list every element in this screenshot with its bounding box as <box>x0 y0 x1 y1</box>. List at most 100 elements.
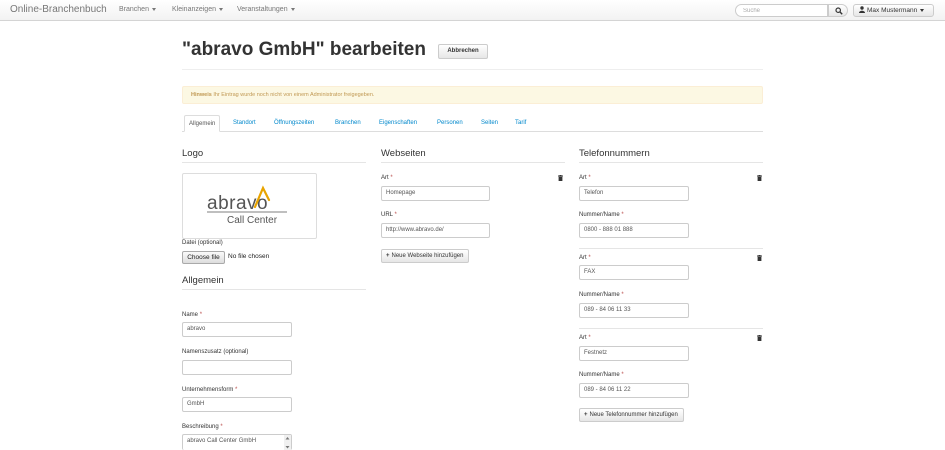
section-divider <box>182 162 366 163</box>
tab-oeffnungszeiten[interactable]: Öffnungszeiten <box>274 115 314 132</box>
tel-nummer-label-text: Nummer/Name <box>579 212 620 218</box>
name-input[interactable]: abravo <box>182 322 292 337</box>
beschreibung-label: Beschreibung * <box>182 424 223 430</box>
section-divider <box>182 289 366 290</box>
caret-down-icon <box>151 7 156 11</box>
nav-veranstaltungen-label: Veranstaltungen <box>237 6 288 13</box>
tel-art-input[interactable]: Telefon <box>579 186 689 201</box>
tab-allgemein[interactable]: Allgemein <box>184 115 221 132</box>
name-label: Name * <box>182 312 202 318</box>
no-file-chosen-text: No file chosen <box>228 253 270 260</box>
nav-kleinanzeigen-label: Kleinanzeigen <box>172 6 216 13</box>
tel-nummer-input[interactable]: 0800 - 888 01 888 <box>579 223 689 238</box>
tel-art-label: Art * <box>579 175 591 181</box>
required-mark: * <box>235 387 238 393</box>
trash-icon[interactable] <box>757 175 762 181</box>
tel-nummer-label: Nummer/Name * <box>579 212 624 218</box>
title-divider <box>182 69 763 70</box>
add-phone-label: Neue Telefonnummer hinzufügen <box>589 412 678 418</box>
telefon-section-title: Telefonnummern <box>579 148 650 159</box>
web-art-input[interactable]: Homepage <box>381 186 490 201</box>
required-mark: * <box>621 292 624 298</box>
search-button[interactable] <box>828 4 848 17</box>
name-label-text: Name <box>182 312 199 318</box>
tab-personen[interactable]: Personen <box>437 115 463 132</box>
nav-branchen-label: Branchen <box>119 6 149 13</box>
plus-icon: + <box>584 412 588 418</box>
tel-nummer-label-text: Nummer/Name <box>579 372 620 378</box>
tel-art-label-text: Art <box>579 175 587 181</box>
tab-eigenschaften[interactable]: Eigenschaften <box>379 115 417 132</box>
alert-strong: Hinweis <box>191 92 212 98</box>
user-icon <box>859 6 865 13</box>
nav-branchen-dropdown[interactable]: Branchen <box>119 6 156 13</box>
allgemein-section-title: Allgemein <box>182 275 224 286</box>
logo-preview: abravo Call Center <box>182 173 317 239</box>
tab-standort[interactable]: Standort <box>233 115 256 132</box>
tel-nummer-input[interactable]: 089 - 84 06 11 33 <box>579 303 689 318</box>
add-website-label: Neue Webseite hinzufügen <box>391 253 464 259</box>
beschreibung-label-text: Beschreibung <box>182 424 219 430</box>
add-phone-button[interactable]: + Neue Telefonnummer hinzufügen <box>579 408 684 422</box>
trash-icon[interactable] <box>558 175 563 181</box>
textarea-scrollbar[interactable] <box>284 435 291 450</box>
tab-bar-line <box>182 131 763 132</box>
tel-nummer-input[interactable]: 089 - 84 06 11 22 <box>579 383 689 398</box>
page-title: "abravo GmbH" bearbeiten <box>182 39 426 60</box>
tel-nummer-label: Nummer/Name * <box>579 372 624 378</box>
file-label: Datei (optional) <box>182 240 223 246</box>
alert-text: Ihr Eintrag wurde noch nicht von einem A… <box>213 92 375 98</box>
required-mark: * <box>394 212 397 218</box>
user-menu-button[interactable]: Max Mustermann <box>853 4 934 17</box>
namenszusatz-input[interactable] <box>182 360 292 375</box>
tel-art-input[interactable]: Festnetz <box>579 346 689 361</box>
company-logo-image: abravo Call Center <box>207 185 287 226</box>
tel-art-input[interactable]: FAX <box>579 265 689 280</box>
nav-veranstaltungen-dropdown[interactable]: Veranstaltungen <box>237 6 295 13</box>
required-mark: * <box>588 255 591 261</box>
caret-down-icon <box>290 7 295 11</box>
plus-icon: + <box>386 253 390 259</box>
brand-link[interactable]: Online-Branchenbuch <box>10 4 107 15</box>
tel-art-label: Art * <box>579 335 591 341</box>
url-label-text: URL <box>381 212 393 218</box>
required-mark: * <box>220 424 223 430</box>
add-website-button[interactable]: + Neue Webseite hinzufügen <box>381 249 470 263</box>
search-icon <box>835 7 843 15</box>
trash-icon[interactable] <box>757 335 762 341</box>
unternehmensform-input[interactable]: GmbH <box>182 397 292 412</box>
choose-file-button[interactable]: Choose file <box>182 251 225 264</box>
tab-tarif[interactable]: Tarif <box>515 115 526 132</box>
caret-down-icon <box>218 7 223 11</box>
required-mark: * <box>588 335 591 341</box>
tab-branchen[interactable]: Branchen <box>335 115 361 132</box>
top-navbar: Online-Branchenbuch Branchen Kleinanzeig… <box>0 0 945 21</box>
section-divider <box>579 162 763 163</box>
namenszusatz-label: Namenszusatz (optional) <box>182 349 249 355</box>
logo-section-title: Logo <box>182 148 204 159</box>
webseiten-section-title: Webseiten <box>381 148 426 159</box>
tab-seiten[interactable]: Seiten <box>481 115 498 132</box>
unternehmensform-label-text: Unternehmensform <box>182 387 234 393</box>
tel-art-label: Art * <box>579 255 591 261</box>
logo-subtitle: Call Center <box>227 215 278 226</box>
web-art-label-text: Art <box>381 175 389 181</box>
required-mark: * <box>621 212 624 218</box>
unternehmensform-label: Unternehmensform * <box>182 387 237 393</box>
required-mark: * <box>588 175 591 181</box>
required-mark: * <box>390 175 393 181</box>
tel-art-label-text: Art <box>579 255 587 261</box>
required-mark: * <box>199 312 203 318</box>
required-mark: * <box>621 372 624 378</box>
info-alert: Hinweis Ihr Eintrag wurde noch nicht von… <box>182 86 763 104</box>
url-input[interactable]: http://www.abravo.de/ <box>381 223 490 238</box>
entry-divider <box>579 248 763 249</box>
beschreibung-textarea[interactable]: abravo Call Center GmbH <box>182 434 292 450</box>
user-menu-label: Max Mustermann <box>867 7 918 14</box>
cancel-button[interactable]: Abbrechen <box>438 44 488 59</box>
nav-kleinanzeigen-dropdown[interactable]: Kleinanzeigen <box>172 6 223 13</box>
trash-icon[interactable] <box>757 255 762 261</box>
search-input[interactable] <box>735 4 828 17</box>
entry-divider <box>579 328 763 329</box>
tel-nummer-label: Nummer/Name * <box>579 292 624 298</box>
